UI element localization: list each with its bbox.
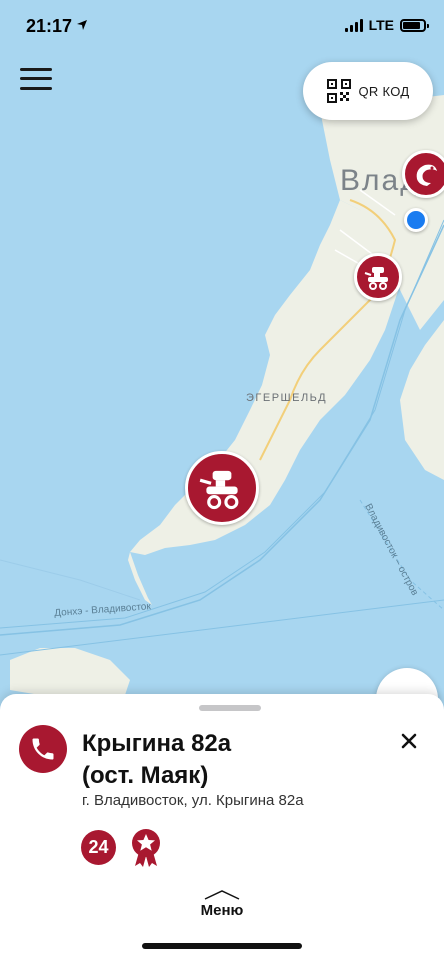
map-marker-cart[interactable] bbox=[354, 253, 402, 301]
map-marker-shrimp[interactable] bbox=[402, 150, 444, 198]
map-district-label: ЭГЕРШЕЛЬД bbox=[246, 392, 328, 404]
location-arrow-icon bbox=[77, 20, 87, 30]
award-icon bbox=[132, 829, 160, 867]
shrimp-icon bbox=[416, 164, 437, 186]
close-icon[interactable] bbox=[398, 730, 420, 752]
sheet-grabber[interactable] bbox=[199, 705, 261, 711]
cart-robot-icon bbox=[364, 267, 388, 290]
cart-robot-icon bbox=[199, 470, 239, 510]
qr-code-icon bbox=[326, 79, 351, 103]
menu-button[interactable] bbox=[20, 66, 54, 92]
call-button[interactable] bbox=[19, 725, 67, 773]
phone-icon bbox=[32, 738, 54, 760]
chevron-up-icon bbox=[204, 890, 240, 900]
location-title: Крыгина 82а (ост. Маяк) bbox=[82, 728, 382, 792]
status-bar: 21:17 LTE bbox=[0, 0, 444, 54]
menu-tab-label: Меню bbox=[200, 902, 244, 919]
map-marker-cart-selected[interactable] bbox=[185, 451, 259, 525]
current-location-dot bbox=[404, 208, 428, 232]
signal-icon bbox=[344, 18, 363, 32]
qr-code-button[interactable]: QR КОД bbox=[303, 62, 433, 120]
qr-code-label: QR КОД bbox=[358, 83, 410, 99]
location-address: г. Владивосток, ул. Крыгина 82а bbox=[82, 792, 304, 809]
location-title-line: (ост. Маяк) bbox=[82, 762, 209, 789]
hours-24-badge: 24 bbox=[81, 830, 116, 865]
location-title-line: Крыгина 82а bbox=[82, 730, 232, 757]
home-indicator bbox=[142, 943, 302, 949]
menu-icon bbox=[20, 68, 52, 71]
menu-tab[interactable]: Меню bbox=[190, 890, 254, 924]
battery-icon bbox=[400, 18, 429, 32]
status-time: 21:17 bbox=[26, 16, 73, 36]
network-label: LTE bbox=[368, 17, 394, 33]
location-bottom-sheet: Крыгина 82а (ост. Маяк) г. Владивосток, … bbox=[0, 694, 444, 960]
